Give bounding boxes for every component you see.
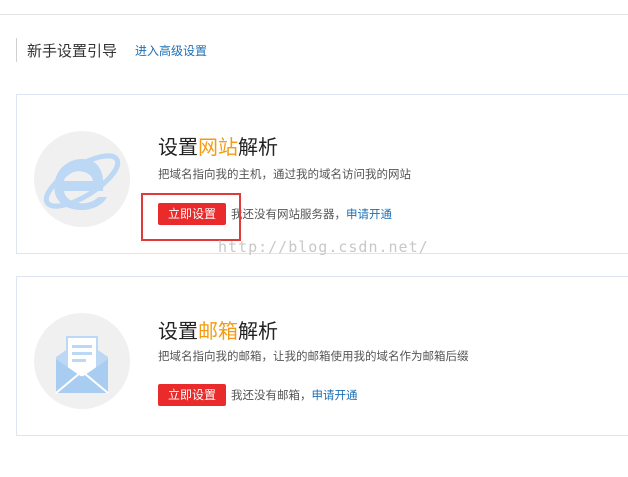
- title-prefix: 设置: [158, 319, 198, 343]
- title-suffix: 解析: [238, 135, 278, 159]
- watermark-text: http://blog.csdn.net/: [218, 238, 429, 256]
- title-prefix: 设置: [158, 135, 198, 159]
- highlight-annotation-box: [141, 193, 241, 241]
- guide-header: 新手设置引导 进入高级设置: [16, 38, 207, 62]
- website-apply-link[interactable]: 申请开通: [346, 206, 392, 222]
- website-resolution-card: 设置网站解析 把域名指向我的主机，通过我的域名访问我的网站 立即设置 我还没有网…: [16, 94, 628, 254]
- top-divider: [0, 14, 628, 15]
- website-card-title: 设置网站解析: [158, 131, 278, 160]
- website-card-description: 把域名指向我的主机，通过我的域名访问我的网站: [158, 167, 411, 181]
- advanced-settings-link[interactable]: 进入高级设置: [135, 42, 207, 59]
- dns-setup-guide-page: 新手设置引导 进入高级设置 设置网站解析 把域名指向我的主机，通过我的域名访问我…: [0, 0, 628, 477]
- title-accent: 邮箱: [198, 319, 238, 343]
- mailbox-setup-button[interactable]: 立即设置: [158, 384, 226, 406]
- page-title: 新手设置引导: [27, 41, 118, 60]
- mailbox-resolution-card: 设置邮箱解析 把域名指向我的邮箱，让我的邮箱使用我的域名作为邮箱后缀 立即设置 …: [16, 276, 628, 436]
- title-accent: 网站: [198, 135, 238, 159]
- mailbox-action-row: 立即设置 我还没有邮箱， 申请开通: [158, 384, 358, 406]
- mailbox-card-title: 设置邮箱解析: [158, 315, 278, 344]
- internet-explorer-icon: [34, 131, 130, 227]
- mailbox-card-description: 把域名指向我的邮箱，让我的邮箱使用我的域名作为邮箱后缀: [158, 349, 469, 363]
- mailbox-note: 我还没有邮箱，: [231, 388, 312, 402]
- mail-envelope-icon: [34, 313, 130, 409]
- website-note: 我还没有网站服务器，: [231, 207, 346, 221]
- title-suffix: 解析: [238, 319, 278, 343]
- mailbox-apply-link[interactable]: 申请开通: [312, 387, 358, 403]
